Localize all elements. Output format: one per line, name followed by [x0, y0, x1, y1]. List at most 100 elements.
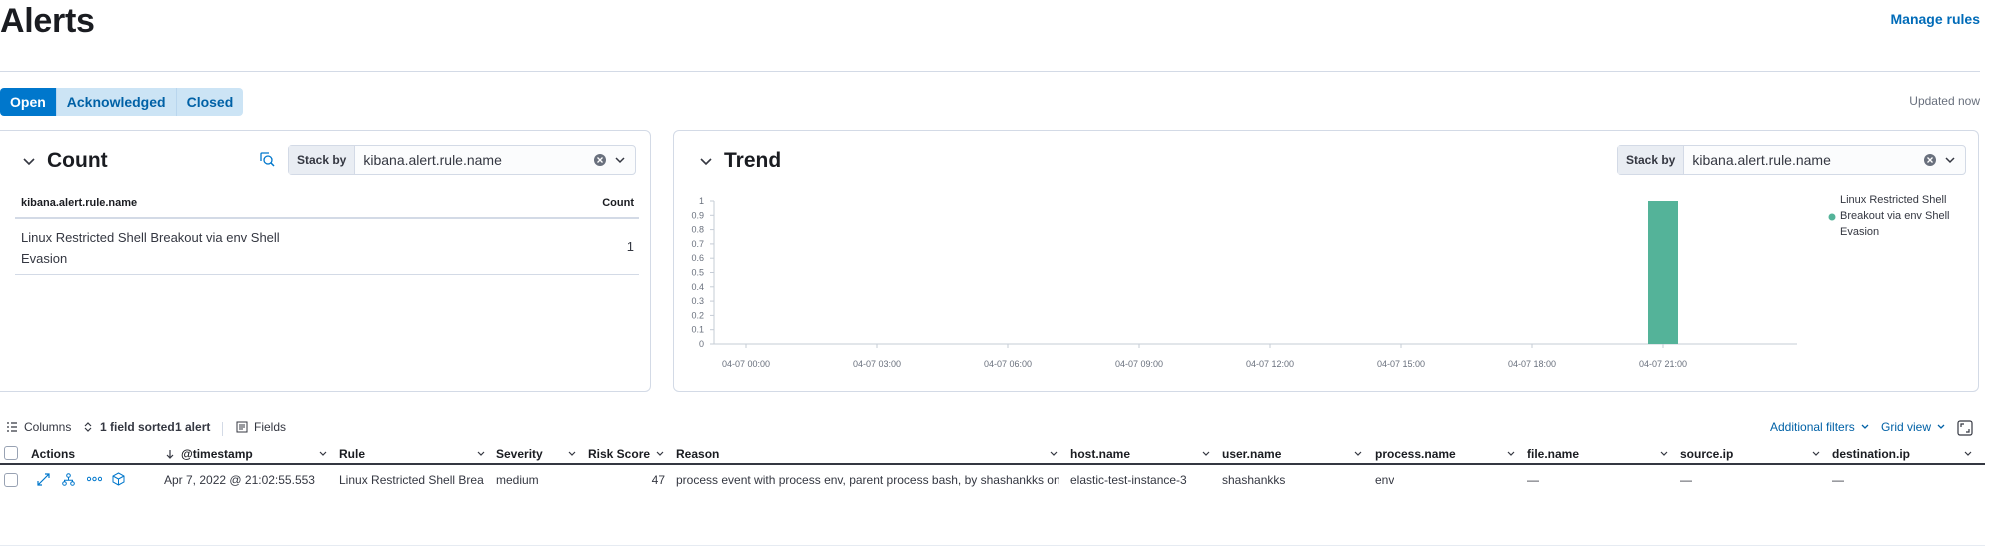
- column-header-reason[interactable]: Reason: [676, 447, 719, 461]
- grid-view-label: Grid view: [1881, 420, 1932, 434]
- sort-icon: [84, 422, 92, 432]
- grid-view-button[interactable]: Grid view: [1881, 420, 1946, 434]
- cell-user-name[interactable]: shashankks: [1222, 473, 1285, 487]
- y-tick-label: 1: [699, 196, 704, 206]
- chevron-down-icon[interactable]: [1963, 449, 1973, 459]
- cell-file-name[interactable]: —: [1527, 473, 1539, 487]
- tab-open[interactable]: Open: [0, 88, 57, 116]
- columns-label: Columns: [24, 420, 72, 434]
- chevron-down-icon[interactable]: [698, 153, 714, 169]
- chevron-down-icon[interactable]: [613, 153, 627, 167]
- chevron-down-icon[interactable]: [1049, 449, 1059, 459]
- x-tick-label: 04-07 00:00: [722, 359, 770, 369]
- sort-button[interactable]: 1 field sorted: [83, 420, 175, 434]
- expand-icon[interactable]: [37, 473, 50, 486]
- cell-risk-score[interactable]: 47: [650, 473, 665, 487]
- clear-icon[interactable]: [1923, 153, 1937, 167]
- cell-destination-ip[interactable]: —: [1832, 473, 1844, 487]
- x-tick-label: 04-07 06:00: [984, 359, 1032, 369]
- chevron-down-icon[interactable]: [567, 449, 577, 459]
- cell-process-name[interactable]: env: [1375, 473, 1394, 487]
- chevron-down-icon[interactable]: [1201, 449, 1211, 459]
- toolbar-divider: [222, 422, 223, 436]
- additional-filters-label: Additional filters: [1770, 420, 1855, 434]
- y-tick-label: 0.4: [691, 282, 704, 292]
- trend-stack-by-select[interactable]: Stack by kibana.alert.rule.name: [1617, 145, 1966, 175]
- chevron-down-icon[interactable]: [318, 449, 328, 459]
- stack-by-label: Stack by: [289, 146, 356, 174]
- count-column-header-count[interactable]: Count: [602, 197, 634, 209]
- y-tick-label: 0.5: [691, 268, 704, 278]
- legend-swatch: [1828, 213, 1836, 221]
- clear-icon[interactable]: [593, 153, 607, 167]
- column-header-host-name[interactable]: host.name: [1070, 447, 1130, 461]
- tab-closed[interactable]: Closed: [176, 88, 244, 116]
- y-tick-label: 0.3: [691, 296, 704, 306]
- trend-panel: Trend Stack by kibana.alert.rule.name 0 0…: [673, 130, 1979, 392]
- legend-label[interactable]: Linux Restricted Shell Breakout via env S…: [1840, 194, 1949, 238]
- additional-filters-button[interactable]: Additional filters: [1770, 420, 1870, 434]
- x-tick-label: 04-07 21:00: [1639, 359, 1687, 369]
- chevron-down-icon[interactable]: [476, 449, 486, 459]
- trend-title-label: Trend: [724, 149, 782, 172]
- column-header-risk-score[interactable]: Risk Score: [588, 447, 650, 461]
- chevron-down-icon[interactable]: [1659, 449, 1669, 459]
- tab-acknowledged[interactable]: Acknowledged: [56, 88, 177, 116]
- y-tick-label: 0: [699, 339, 704, 349]
- cell-source-ip[interactable]: —: [1680, 473, 1692, 487]
- fields-button[interactable]: Fields: [236, 420, 286, 434]
- x-tick-label: 04-07 03:00: [853, 359, 901, 369]
- grid-header: Actions @timestamp Rule Severity Risk Sc…: [0, 443, 1985, 465]
- count-panel-title: Count: [21, 149, 108, 173]
- cell-host-name[interactable]: elastic-test-instance-3: [1070, 473, 1187, 487]
- chevron-down-icon[interactable]: [21, 153, 37, 169]
- select-all-checkbox[interactable]: [4, 446, 18, 460]
- count-column-header-name[interactable]: kibana.alert.rule.name: [21, 197, 137, 209]
- chevron-down-icon[interactable]: [1506, 449, 1516, 459]
- cell-rule[interactable]: Linux Restricted Shell Brea...: [339, 473, 484, 487]
- chevron-down-icon: [1861, 424, 1869, 429]
- column-header-rule[interactable]: Rule: [339, 447, 365, 461]
- column-header-user-name[interactable]: user.name: [1222, 447, 1281, 461]
- column-header-severity[interactable]: Severity: [496, 447, 543, 461]
- chevron-down-icon[interactable]: [1811, 449, 1821, 459]
- count-row-value: 1: [626, 239, 634, 254]
- x-tick-label: 04-07 15:00: [1377, 359, 1425, 369]
- grid-toolbar: Columns 1 field sorted 1 alert Fields Ad…: [0, 420, 1999, 438]
- x-tick-label: 04-07 18:00: [1508, 359, 1556, 369]
- manage-rules-link[interactable]: Manage rules: [1891, 11, 1980, 27]
- sort-down-arrow-icon: [166, 450, 174, 459]
- cell-reason[interactable]: process event with process env, parent p…: [676, 473, 1059, 487]
- analyze-event-icon[interactable]: [62, 473, 75, 486]
- column-header-file-name[interactable]: file.name: [1527, 447, 1579, 461]
- chevron-down-icon[interactable]: [1353, 449, 1363, 459]
- trend-bar[interactable]: [1648, 201, 1678, 344]
- count-panel: Count Stack by kibana.alert.rule.name ki…: [0, 130, 651, 392]
- row-select-checkbox[interactable]: [4, 473, 18, 487]
- cell-severity[interactable]: medium: [496, 473, 539, 487]
- y-tick-label: 0.7: [691, 239, 704, 249]
- column-header-source-ip[interactable]: source.ip: [1680, 447, 1733, 461]
- y-tick-label: 0.6: [691, 253, 704, 263]
- count-stack-by-select[interactable]: Stack by kibana.alert.rule.name: [288, 145, 636, 175]
- y-tick-label: 0.8: [691, 225, 704, 235]
- alert-count: 1 alert: [175, 420, 211, 434]
- count-row-rule-name: Linux Restricted Shell Breakout via env …: [21, 230, 280, 266]
- cell-timestamp[interactable]: Apr 7, 2022 @ 21:02:55.553: [164, 473, 315, 487]
- column-header-destination-ip[interactable]: destination.ip: [1832, 447, 1910, 461]
- table-row[interactable]: Apr 7, 2022 @ 21:02:55.553 Linux Restric…: [0, 466, 1985, 494]
- columns-button[interactable]: Columns: [6, 420, 71, 434]
- page-title: Alerts: [0, 2, 95, 40]
- divider: [0, 545, 1985, 546]
- x-tick-label: 04-07 09:00: [1115, 359, 1163, 369]
- fullscreen-icon[interactable]: [1957, 420, 1973, 436]
- chevron-down-icon[interactable]: [655, 449, 665, 459]
- column-header-process-name[interactable]: process.name: [1375, 447, 1456, 461]
- column-header-timestamp[interactable]: @timestamp: [181, 447, 253, 461]
- session-view-icon[interactable]: [112, 472, 125, 486]
- inspect-icon[interactable]: [259, 151, 275, 167]
- more-actions-icon[interactable]: [87, 475, 102, 483]
- column-header-actions[interactable]: Actions: [31, 447, 75, 461]
- chevron-down-icon[interactable]: [1943, 153, 1957, 167]
- divider: [15, 217, 639, 219]
